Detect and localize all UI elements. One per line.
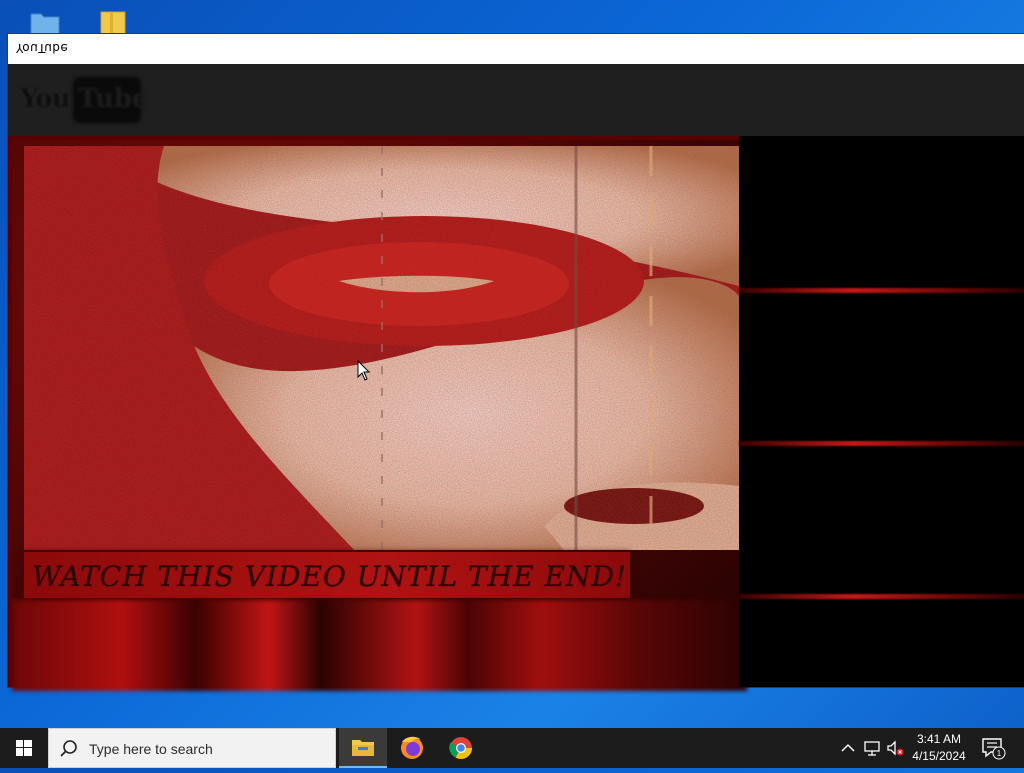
notifications-icon[interactable]: 1 — [978, 734, 1008, 762]
recommended-thumbnail[interactable] — [739, 600, 1024, 687]
video-caption-text: WATCH THIS VIDEO UNTIL THE END! — [32, 560, 628, 593]
network-icon[interactable] — [862, 738, 882, 758]
window-titlebar[interactable]: YouTube — [8, 34, 1024, 65]
logo-tube-text: Tube — [78, 84, 149, 114]
recommended-sidebar — [739, 136, 1024, 687]
search-placeholder: Type here to search — [89, 741, 213, 757]
taskbar-file-explorer[interactable] — [339, 728, 387, 768]
logo-you-text: You — [20, 84, 71, 114]
page-content: WATCH THIS VIDEO UNTIL THE END! — [8, 136, 1024, 691]
recommended-thumbnail[interactable] — [739, 294, 1024, 442]
mouse-cursor-icon — [357, 360, 371, 381]
divider — [739, 441, 1024, 446]
desktop-folder-icon[interactable] — [30, 10, 60, 36]
browser-window: YouTube You Tube WATCH THIS VIDEO UNTIL … — [8, 34, 1024, 691]
distorted-face-image — [24, 146, 739, 550]
video-player[interactable]: WATCH THIS VIDEO UNTIL THE END! — [8, 136, 747, 691]
divider — [739, 594, 1024, 599]
youtube-logo[interactable]: You Tube — [20, 78, 149, 122]
chevron-up-icon[interactable] — [838, 738, 858, 758]
recommended-thumbnail[interactable] — [739, 140, 1024, 288]
divider — [739, 288, 1024, 293]
search-icon — [60, 740, 77, 757]
file-explorer-icon — [352, 740, 374, 756]
blurred-video-strip — [12, 600, 747, 691]
clock-time: 3:41 AM — [916, 732, 962, 746]
window-title: YouTube — [16, 41, 69, 55]
logo-tube-box: Tube — [74, 78, 149, 122]
taskbar-clock[interactable]: 3:41 AM 4/15/2024 — [906, 731, 972, 765]
clock-date: 4/15/2024 — [912, 749, 966, 763]
taskbar: Type here to search 3:41 AM 4/15/2024 1 — [0, 728, 1024, 768]
start-button[interactable] — [0, 728, 48, 768]
taskbar-search-box[interactable]: Type here to search — [48, 728, 336, 768]
site-header: You Tube — [8, 64, 1024, 136]
recommended-thumbnail[interactable] — [739, 447, 1024, 595]
video-caption-banner: WATCH THIS VIDEO UNTIL THE END! — [24, 552, 630, 598]
volume-muted-icon[interactable] — [885, 738, 905, 758]
desktop-folder-icon[interactable] — [100, 10, 126, 36]
firefox-icon — [401, 736, 423, 759]
chrome-icon — [449, 737, 472, 759]
taskbar-firefox[interactable] — [388, 728, 436, 768]
windows-start-icon — [16, 740, 32, 756]
notification-count: 1 — [997, 749, 1002, 758]
taskbar-chrome[interactable] — [437, 728, 485, 768]
video-frame[interactable] — [24, 146, 739, 550]
